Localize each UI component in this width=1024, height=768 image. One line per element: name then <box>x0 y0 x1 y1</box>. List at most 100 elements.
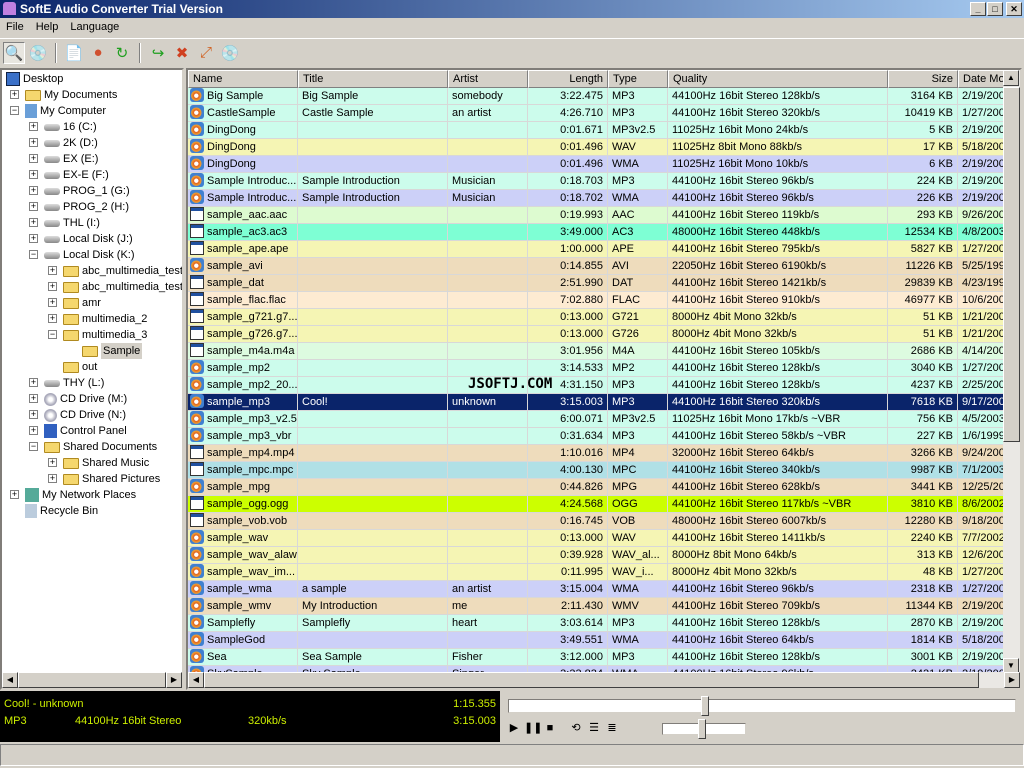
column-header-quality[interactable]: Quality <box>668 70 888 88</box>
column-header-type[interactable]: Type <box>608 70 668 88</box>
tree-item[interactable]: + PROG_2 (H:) <box>29 199 129 215</box>
scrollbar-thumb[interactable] <box>204 672 979 688</box>
column-header-size[interactable]: Size <box>888 70 958 88</box>
split-button[interactable]: ⤢ <box>195 42 217 64</box>
tree-item[interactable]: out <box>63 359 97 375</box>
expand-toggle-icon[interactable]: − <box>10 106 19 115</box>
repeat-button[interactable]: ⟲ <box>568 719 584 737</box>
table-row[interactable]: Sea Sea Sample Fisher 3:12.000 MP3 44100Hz 16… <box>188 649 1007 666</box>
table-row[interactable]: Big Sample Big Sample somebody 3:22.475 MP3 4… <box>188 88 1007 105</box>
table-row[interactable]: DingDong 0:01.671 MP3v2.5 11025Hz 16bit Mon… <box>188 122 1007 139</box>
expand-toggle-icon[interactable]: + <box>29 426 38 435</box>
close-button[interactable]: ✕ <box>1006 2 1022 16</box>
menu-help[interactable]: Help <box>30 18 65 37</box>
scrollbar-thumb[interactable] <box>18 672 166 688</box>
tree-item[interactable]: +16 (C:) <box>29 119 97 135</box>
table-row[interactable]: sample_mp3_v2.5 6:00.071 MP3v2.5 11025Hz 16… <box>188 411 1007 428</box>
table-row[interactable]: sample_mp4.mp4 1:10.016 MP4 32000Hz 16bit S… <box>188 445 1007 462</box>
tree-item[interactable]: + My Documents <box>10 87 117 103</box>
convert-cd-button[interactable]: 💿 <box>27 42 49 64</box>
table-row[interactable]: Sample Introduc... Sample Introduction Mus… <box>188 190 1007 207</box>
expand-toggle-icon[interactable]: − <box>48 330 57 339</box>
table-row[interactable]: sample_mpc.mpc 4:00.130 MPC 44100Hz 16bit S… <box>188 462 1007 479</box>
tree-item[interactable]: + PROG_1 (G:) <box>29 183 130 199</box>
expand-toggle-icon[interactable]: + <box>48 298 57 307</box>
table-row[interactable]: sample_g721.g7... 0:13.000 G721 8000Hz 4bit… <box>188 309 1007 326</box>
table-row[interactable]: sample_mpg 0:44.826 MPG 44100Hz 16bit Stere… <box>188 479 1007 496</box>
seek-slider[interactable] <box>508 699 1016 713</box>
table-row[interactable]: CastleSample Castle Sample an artist 4:26.7… <box>188 105 1007 122</box>
table-row[interactable]: sample_wav 0:13.000 WAV 44100Hz 16bit Stere… <box>188 530 1007 547</box>
table-row[interactable]: DingDong 0:01.496 WMA 11025Hz 16bit Mono 10… <box>188 156 1007 173</box>
table-row[interactable]: DingDong 0:01.496 WAV 11025Hz 8bit Mono 88k… <box>188 139 1007 156</box>
menu-file[interactable]: File <box>0 18 30 37</box>
scroll-left-button[interactable]: ◀ <box>188 672 204 688</box>
menu-language[interactable]: Language <box>64 18 125 37</box>
tree-item[interactable]: + multimedia_2 <box>48 311 147 327</box>
expand-toggle-icon[interactable]: + <box>29 122 38 131</box>
scroll-right-button[interactable]: ▶ <box>1004 672 1020 688</box>
play-button[interactable]: ▶ <box>506 719 522 737</box>
table-row[interactable]: sample_dat 2:51.990 DAT 44100Hz 16bit Stere… <box>188 275 1007 292</box>
table-row[interactable]: sample_mp2_20... 4:31.150 MP3 44100Hz 16bit… <box>188 377 1007 394</box>
pause-button[interactable]: ❚❚ <box>524 719 542 737</box>
expand-toggle-icon[interactable]: + <box>29 138 38 147</box>
tree-item[interactable]: + Shared Pictures <box>48 471 160 487</box>
maximize-button[interactable]: □ <box>987 2 1003 16</box>
tree-item[interactable]: + CD Drive (N:) <box>29 407 126 423</box>
table-row[interactable]: sample_wav_alaw 0:39.928 WAV_al... 8000Hz 8… <box>188 547 1007 564</box>
tree-item[interactable]: + Local Disk (J:) <box>29 231 133 247</box>
scroll-left-button[interactable]: ◀ <box>2 672 18 688</box>
expand-toggle-icon[interactable]: + <box>29 378 38 387</box>
tree-item[interactable]: + Control Panel <box>29 423 127 439</box>
tree-item[interactable]: + Shared Music <box>48 455 149 471</box>
list-mode-button[interactable]: ≣ <box>604 719 620 737</box>
expand-toggle-icon[interactable]: + <box>29 202 38 211</box>
expand-toggle-icon[interactable]: + <box>48 266 57 275</box>
playlist-button[interactable]: ☰ <box>586 719 602 737</box>
seek-slider-handle[interactable] <box>701 696 709 716</box>
table-row[interactable]: Sample Introduc... Sample Introduction Mus… <box>188 173 1007 190</box>
expand-toggle-icon[interactable]: + <box>29 170 38 179</box>
scrollbar-thumb[interactable] <box>1003 87 1020 442</box>
browse-button[interactable]: 🔍 <box>3 41 25 64</box>
forward-button[interactable]: ↪ <box>147 42 169 64</box>
tree-item[interactable]: + CD Drive (M:) <box>29 391 127 407</box>
new-list-button[interactable]: 📄 <box>63 42 85 64</box>
minimize-button[interactable]: _ <box>970 2 986 16</box>
table-row[interactable]: Samplefly Samplefly heart 3:03.614 MP3 44100H… <box>188 615 1007 632</box>
tree-item[interactable]: − Local Disk (K:) <box>29 247 135 263</box>
column-header-title[interactable]: Title <box>298 70 448 88</box>
tree-item[interactable]: − My Computer <box>10 103 106 119</box>
tree-item[interactable]: + THY (L:) <box>29 375 104 391</box>
table-row[interactable]: SampleGod 3:49.551 WMA 44100Hz 16bit Stereo… <box>188 632 1007 649</box>
column-header-name[interactable]: Name <box>188 70 298 88</box>
table-row[interactable]: sample_ape.ape 1:00.000 APE 44100Hz 16bit S… <box>188 241 1007 258</box>
tree-item[interactable]: + abc_multimedia_test <box>48 263 182 279</box>
table-row[interactable]: sample_avi 0:14.855 AVI 22050Hz 16bit Stere… <box>188 258 1007 275</box>
expand-toggle-icon[interactable]: + <box>29 234 38 243</box>
column-header-length[interactable]: Length <box>528 70 608 88</box>
list-horizontal-scrollbar[interactable]: ◀ ▶ <box>188 672 1020 688</box>
refresh-button[interactable]: ↻ <box>111 42 133 64</box>
tree-item[interactable]: +2K (D:) <box>29 135 98 151</box>
folder-tree[interactable]: ◀ ▶ Desktop + My Documents − My Computer +16 … <box>0 68 184 690</box>
expand-toggle-icon[interactable]: + <box>48 282 57 291</box>
table-row[interactable]: sample_aac.aac 0:19.993 AAC 44100Hz 16bit S… <box>188 207 1007 224</box>
expand-toggle-icon[interactable]: + <box>29 218 38 227</box>
expand-toggle-icon[interactable]: + <box>48 458 57 467</box>
table-row[interactable]: sample_g726.g7... 0:13.000 G726 8000Hz 4bit… <box>188 326 1007 343</box>
tree-item[interactable]: + My Network Places <box>10 487 136 503</box>
expand-toggle-icon[interactable]: + <box>48 314 57 323</box>
scroll-right-button[interactable]: ▶ <box>166 672 182 688</box>
table-row[interactable]: sample_ogg.ogg 4:24.568 OGG 44100Hz 16bit S… <box>188 496 1007 513</box>
file-list[interactable]: Name Title Artist Length Type Quality Size Date… <box>186 68 1022 690</box>
table-row[interactable]: sample_mp3_vbr 0:31.634 MP3 44100Hz 16bit S… <box>188 428 1007 445</box>
table-row[interactable]: sample_m4a.m4a 3:01.956 M4A 44100Hz 16bit S… <box>188 343 1007 360</box>
expand-toggle-icon[interactable]: + <box>29 154 38 163</box>
expand-toggle-icon[interactable]: + <box>29 394 38 403</box>
tree-item[interactable]: Desktop <box>6 71 63 87</box>
tree-item[interactable]: + abc_multimedia_test_ <box>48 279 182 295</box>
table-row[interactable]: sample_wmv My Introduction me 2:11.430 WMV 44… <box>188 598 1007 615</box>
list-vertical-scrollbar[interactable]: ▲ ▼ <box>1003 70 1020 674</box>
